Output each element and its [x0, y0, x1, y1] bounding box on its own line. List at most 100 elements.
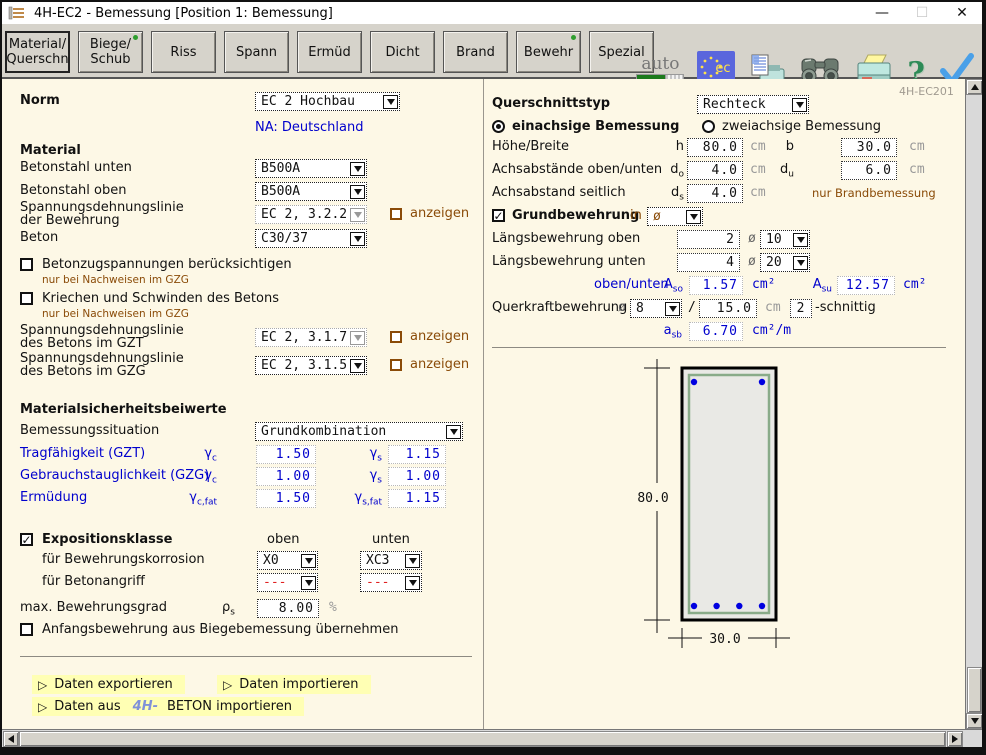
- app-icon: [8, 6, 26, 20]
- sdl-gzg-value: EC 2, 3.1.5: [261, 358, 347, 373]
- close-button[interactable]: ✕: [942, 2, 982, 24]
- norm-dropdown[interactable]: EC 2 Hochbau: [255, 92, 400, 111]
- scroll-left-button[interactable]: [3, 731, 19, 747]
- chevron-down-icon: [665, 302, 680, 316]
- tab-bewehr[interactable]: Bewehr: [516, 31, 581, 73]
- aso-field: 1.57: [689, 276, 743, 295]
- width-dimension-label: 30.0: [709, 632, 740, 647]
- betonstahl-oben-value: B500A: [261, 184, 300, 199]
- querschnitt-panel: 4H-EC201 Querschnittstyp Rechteck einach…: [484, 79, 964, 729]
- gamma-c-gzt-field[interactable]: 1.50: [256, 445, 316, 464]
- hoehe-field[interactable]: 80.0: [687, 138, 743, 157]
- schnittig-suffix: -schnittig: [815, 299, 876, 317]
- ds-symbol: ds: [644, 184, 684, 207]
- triangle-icon: ▷: [38, 698, 47, 716]
- betonstahl-unten-label: Betonstahl unten: [20, 159, 132, 177]
- tab-brand[interactable]: Brand: [443, 31, 508, 73]
- tab-dicht[interactable]: Dicht: [370, 31, 435, 73]
- sdl-gzt-value: EC 2, 3.1.7: [261, 330, 347, 345]
- gamma-cfat-field[interactable]: 1.50: [256, 489, 316, 508]
- diameter-symbol: ø: [748, 253, 756, 271]
- import-data-button[interactable]: ▷ Daten importieren: [217, 675, 371, 694]
- anfangsbewehrung-label: Anfangsbewehrung aus Biegebemessung über…: [42, 621, 398, 639]
- tab-material-querschnitt[interactable]: Material/ Querschn: [5, 31, 70, 73]
- korrosion-unten-dropdown[interactable]: XC3: [360, 551, 422, 570]
- sdl-gzg-dropdown[interactable]: EC 2, 3.1.5: [255, 356, 367, 375]
- breite-field[interactable]: 30.0: [841, 138, 897, 157]
- betonstahl-unten-dropdown[interactable]: B500A: [255, 159, 367, 178]
- querschnittstyp-dropdown[interactable]: Rechteck: [697, 95, 809, 114]
- chevron-down-icon: [383, 95, 398, 109]
- betonzug-checkbox[interactable]: [20, 258, 33, 271]
- grundbewehrung-einheit-dropdown[interactable]: ø: [647, 207, 703, 226]
- tab-ermued[interactable]: Ermüd: [297, 31, 362, 73]
- minimize-button[interactable]: —: [862, 2, 902, 24]
- laengsbewehrung-oben-anzahl-field[interactable]: 2: [677, 230, 740, 249]
- unit-cm: cm: [909, 161, 925, 179]
- import-beton-suffix: BETON importieren: [167, 698, 292, 716]
- app-window: 4H-EC2 - Bemessung [Position 1: Bemessun…: [0, 0, 986, 755]
- anfangsbewehrung-checkbox[interactable]: [20, 623, 33, 636]
- laengsbewehrung-unten-anzahl-field[interactable]: 4: [677, 253, 740, 272]
- horizontal-scroll-thumb[interactable]: [19, 731, 946, 747]
- schnittigkeit-field[interactable]: 2: [790, 299, 812, 318]
- tab-label: Brand: [456, 45, 495, 60]
- achsabstand-seitlich-field[interactable]: 4.0: [687, 184, 743, 203]
- sdl-gzt-anzeigen-checkbox[interactable]: [390, 331, 402, 343]
- betonangriff-unten-dropdown[interactable]: ---: [360, 573, 422, 592]
- aso-symbol: Aso: [659, 276, 683, 299]
- scroll-up-button[interactable]: [966, 79, 982, 95]
- do-symbol: do: [644, 161, 684, 184]
- triangle-icon: ▷: [223, 676, 232, 694]
- divider: [20, 656, 472, 657]
- laengsbewehrung-unten-durchmesser-dropdown[interactable]: 20: [760, 253, 810, 272]
- betonstahl-oben-dropdown[interactable]: B500A: [255, 182, 367, 201]
- achsabstand-oben-field[interactable]: 4.0: [687, 161, 743, 180]
- horizontal-scrollbar[interactable]: [2, 729, 982, 747]
- sdl-gzg-anzeigen-checkbox[interactable]: [390, 359, 402, 371]
- vertical-scrollbar[interactable]: [965, 79, 982, 729]
- beton-dropdown[interactable]: C30/37: [255, 229, 367, 248]
- gamma-sfat-field[interactable]: 1.15: [388, 489, 446, 508]
- chevron-down-icon: [405, 576, 420, 590]
- querkraft-durchmesser-dropdown[interactable]: 8: [630, 299, 682, 318]
- maximize-button[interactable]: ☐: [902, 2, 942, 24]
- chevron-down-icon: [350, 331, 365, 345]
- na-note: NA: Deutschland: [255, 119, 363, 137]
- betonangriff-oben-dropdown[interactable]: ---: [257, 573, 318, 592]
- expositionsklasse-checkbox[interactable]: ✓: [20, 533, 33, 546]
- tab-spann[interactable]: Spann: [224, 31, 289, 73]
- gamma-s-gzg-field[interactable]: 1.00: [388, 467, 446, 486]
- grundbewehrung-checkbox[interactable]: ✓: [492, 209, 505, 222]
- tab-biege-schub[interactable]: Biege/ Schub: [78, 31, 143, 73]
- laengsbewehrung-oben-durchmesser-dropdown[interactable]: 10: [760, 230, 810, 249]
- scroll-right-button[interactable]: [947, 731, 963, 747]
- scrollbar-corner: [964, 731, 982, 747]
- bemessungssituation-dropdown[interactable]: Grundkombination: [255, 422, 463, 441]
- maxbew-field[interactable]: 8.00: [257, 599, 319, 618]
- gamma-sfat-symbol: γs,fat: [320, 489, 382, 512]
- gamma-c-gzg-field[interactable]: 1.00: [256, 467, 316, 486]
- zweiachsig-radio[interactable]: [702, 120, 715, 133]
- achsabstand-seitlich-label: Achsabstand seitlich: [492, 184, 626, 202]
- achsabstand-unten-field[interactable]: 6.0: [841, 161, 897, 180]
- tab-riss[interactable]: Riss: [151, 31, 216, 73]
- asu-symbol: Asu: [808, 276, 832, 299]
- export-data-button[interactable]: ▷ Daten exportieren: [32, 675, 185, 694]
- kriechen-checkbox[interactable]: [20, 292, 33, 305]
- korrosion-oben-dropdown[interactable]: X0: [257, 551, 318, 570]
- querkraft-abstand-field[interactable]: 15.0: [699, 299, 757, 318]
- gamma-s-gzt-field[interactable]: 1.15: [388, 445, 446, 464]
- vertical-scroll-thumb[interactable]: [967, 667, 982, 713]
- unit-cm: cm: [750, 184, 766, 202]
- scroll-down-button[interactable]: [966, 713, 982, 729]
- expositionsklasse-label: Expositionsklasse: [42, 531, 172, 549]
- sdl-gzt-dropdown: EC 2, 3.1.7: [255, 328, 367, 347]
- asb-field: 6.70: [689, 322, 743, 341]
- msb-heading: Materialsicherheitsbeiwerte: [20, 401, 227, 419]
- sdl-bewehrung-anzeigen-checkbox[interactable]: [390, 208, 402, 220]
- einachsig-radio[interactable]: [492, 120, 505, 133]
- oben-unten-label: oben/unten: [594, 276, 669, 294]
- sdl-bewehrung-value: EC 2, 3.2.2: [261, 207, 347, 222]
- import-from-beton-button[interactable]: ▷ Daten aus4H-BETON importieren: [32, 697, 304, 716]
